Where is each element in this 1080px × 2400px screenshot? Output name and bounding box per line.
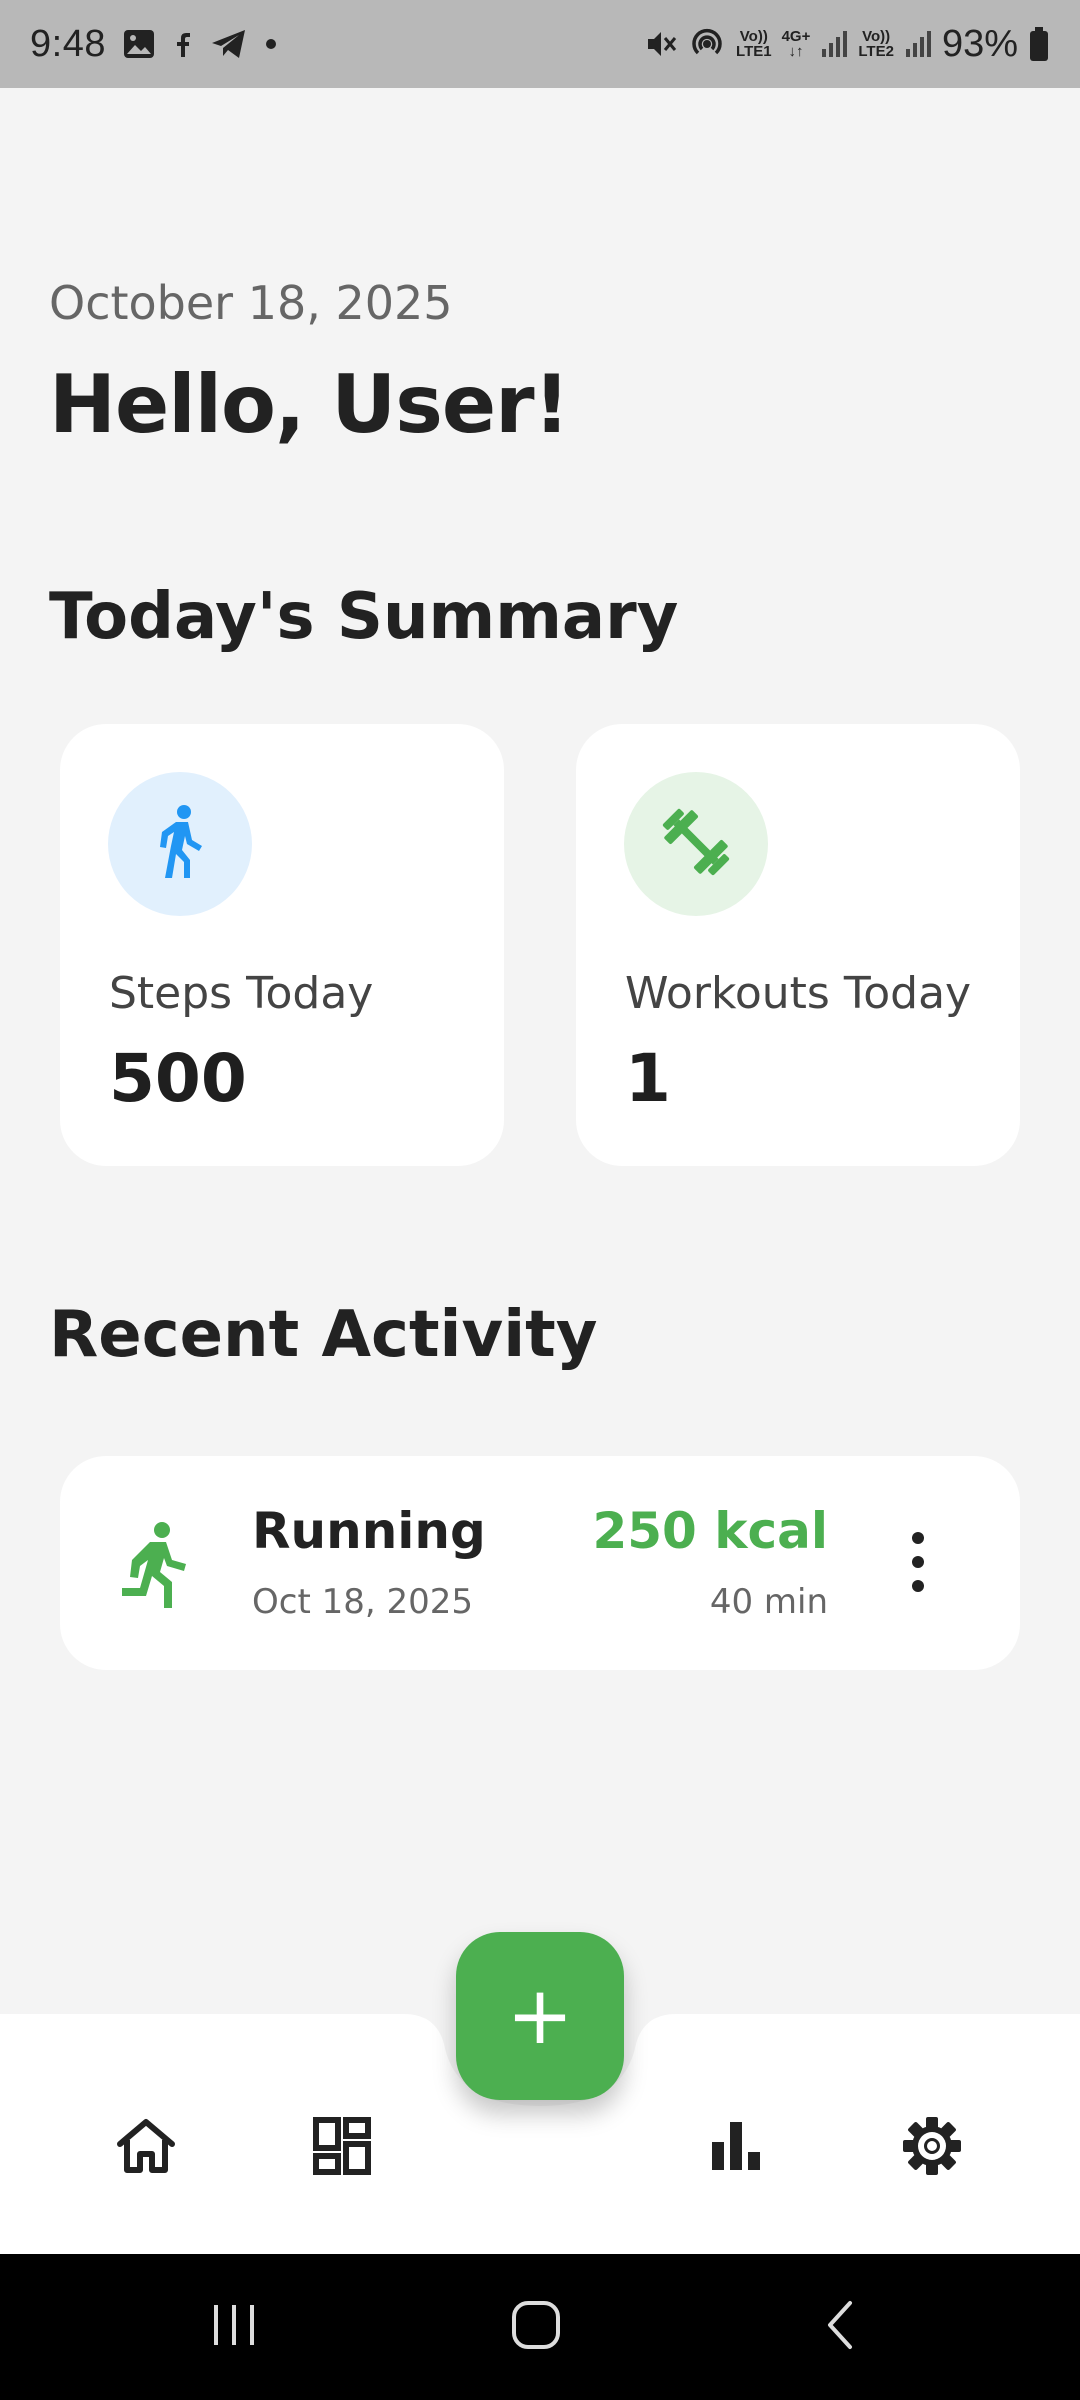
- settings-icon: [901, 2115, 963, 2181]
- activity-list-item[interactable]: Running Oct 18, 2025 250 kcal 40 min: [60, 1456, 1020, 1670]
- nav-home-button[interactable]: [96, 2098, 196, 2198]
- walk-icon: [150, 802, 210, 886]
- steps-today-value: 500: [109, 1040, 247, 1117]
- plus-icon: +: [506, 1969, 574, 2062]
- more-dot: [912, 1556, 924, 1568]
- activity-date: Oct 18, 2025: [252, 1582, 473, 1622]
- lte2-bottom: LTE2: [858, 43, 894, 60]
- workouts-today-label: Workouts Today: [625, 968, 972, 1019]
- system-home-icon: [510, 2299, 562, 2355]
- activity-name: Running: [252, 1502, 486, 1560]
- lte1-indicator: Vo)) LTE1: [736, 29, 772, 59]
- more-dot: [912, 1532, 924, 1544]
- run-icon: [116, 1516, 196, 1616]
- date-label: October 18, 2025: [49, 276, 453, 330]
- hotspot-icon: [688, 25, 726, 63]
- status-bar: 9:48 Vo)) LTE1 4G+ ↓↑ Vo)) LTE2 93%: [0, 0, 1080, 88]
- recent-activity-title: Recent Activity: [49, 1298, 598, 1372]
- system-home-button[interactable]: [496, 2294, 576, 2360]
- steps-today-label: Steps Today: [109, 968, 374, 1019]
- dumbbell-icon: [654, 800, 738, 888]
- lte1-bottom: LTE1: [736, 43, 772, 60]
- workouts-icon-circle: [624, 772, 768, 916]
- dot-icon: [264, 37, 278, 51]
- telegram-icon: [210, 28, 248, 60]
- gallery-icon: [122, 27, 156, 61]
- net-arrows-icon: ↓↑: [788, 43, 804, 60]
- status-time: 9:48: [30, 22, 106, 65]
- battery-percent: 93%: [941, 22, 1018, 65]
- more-dot: [912, 1580, 924, 1592]
- nav-dashboard-button[interactable]: [292, 2098, 392, 2198]
- system-navigation-bar: [0, 2254, 1080, 2400]
- signal-icon: [904, 29, 932, 59]
- recent-apps-button[interactable]: [194, 2294, 274, 2360]
- net-type-indicator: 4G+ ↓↑: [782, 29, 811, 59]
- nav-statistics-button[interactable]: [686, 2098, 786, 2198]
- back-icon: [820, 2299, 860, 2355]
- signal-icon: [820, 29, 848, 59]
- workouts-today-value: 1: [625, 1040, 671, 1117]
- home-icon: [116, 2118, 176, 2178]
- back-button[interactable]: [800, 2294, 880, 2360]
- recents-icon: [208, 2301, 260, 2353]
- greeting-title: Hello, User!: [49, 358, 570, 451]
- activity-calories: 250 kcal: [592, 1502, 828, 1560]
- more-options-icon[interactable]: [906, 1532, 930, 1592]
- status-left: 9:48: [30, 23, 278, 66]
- workouts-today-card[interactable]: Workouts Today 1: [576, 724, 1020, 1166]
- bar-chart-icon: [710, 2120, 762, 2176]
- steps-icon-circle: [108, 772, 252, 916]
- status-right: Vo)) LTE1 4G+ ↓↑ Vo)) LTE2 93%: [644, 23, 1050, 66]
- lte2-indicator: Vo)) LTE2: [858, 29, 894, 59]
- mute-icon: [644, 27, 678, 61]
- summary-section-title: Today's Summary: [49, 580, 679, 654]
- facebook-icon: [172, 29, 194, 59]
- steps-today-card[interactable]: Steps Today 500: [60, 724, 504, 1166]
- add-activity-button[interactable]: +: [456, 1932, 624, 2100]
- nav-settings-button[interactable]: [882, 2098, 982, 2198]
- dashboard-icon: [313, 2117, 371, 2179]
- battery-icon: [1028, 26, 1050, 62]
- activity-duration: 40 min: [709, 1582, 828, 1622]
